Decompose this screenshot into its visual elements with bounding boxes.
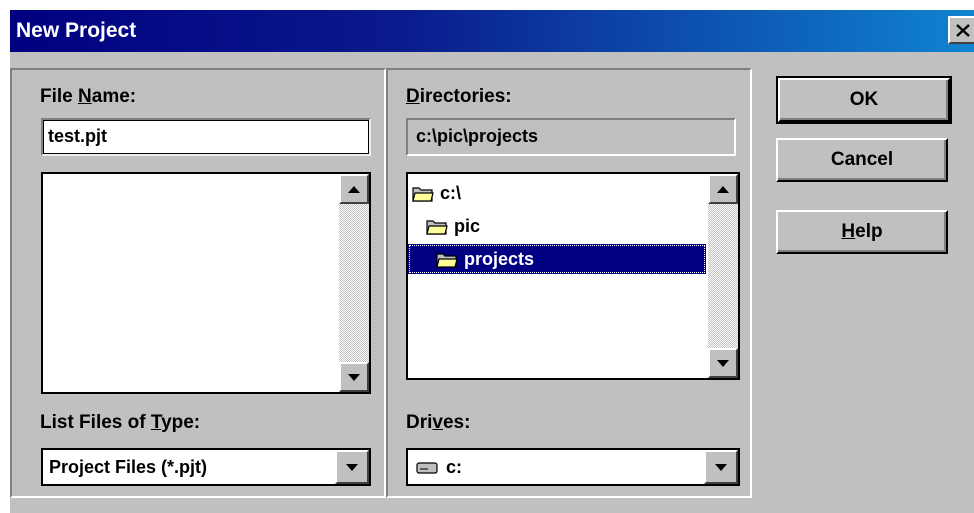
drive-icon	[416, 462, 438, 474]
drives-value: c:	[446, 457, 463, 477]
file-type-value: Project Files (*.pjt)	[49, 457, 208, 477]
arrow-down-icon	[348, 373, 360, 381]
file-type-dropdown-button[interactable]	[335, 450, 369, 484]
new-project-dialog: New Project File Name: test.pjt List Fil…	[8, 8, 974, 513]
arrow-down-icon	[717, 359, 729, 367]
help-button[interactable]: Help	[776, 210, 948, 254]
drives-dropdown-button[interactable]	[704, 450, 738, 484]
drives-select[interactable]: c:	[406, 448, 740, 486]
arrow-up-icon	[717, 185, 729, 193]
chevron-down-icon	[715, 463, 727, 471]
file-type-select[interactable]: Project Files (*.pjt)	[41, 448, 371, 486]
file-name-panel: File Name: test.pjt List Files of Type: …	[10, 68, 386, 498]
directory-list[interactable]: c:\ pic projects	[406, 172, 740, 380]
close-icon	[956, 23, 970, 37]
chevron-down-icon	[346, 463, 358, 471]
file-list-scroll-down[interactable]	[339, 362, 369, 392]
open-folder-icon	[426, 219, 448, 235]
file-name-value: test.pjt	[48, 126, 108, 146]
directory-list-scroll-down[interactable]	[708, 348, 738, 378]
directories-panel: Directories: c:\pic\projects c:\ pic pro…	[386, 68, 752, 498]
arrow-up-icon	[348, 185, 360, 193]
current-path: c:\pic\projects	[406, 118, 736, 156]
directory-item-pic[interactable]: pic	[426, 211, 702, 241]
open-folder-icon	[412, 186, 434, 202]
directories-label: Directories:	[406, 86, 512, 107]
directory-list-scroll-up[interactable]	[708, 174, 738, 204]
window-title: New Project	[16, 19, 137, 42]
ok-button[interactable]: OK	[776, 76, 952, 124]
directory-item-projects[interactable]: projects	[408, 244, 706, 274]
file-type-label: List Files of Type:	[40, 412, 201, 433]
cancel-button[interactable]: Cancel	[776, 138, 948, 182]
file-name-label: File Name:	[40, 86, 137, 107]
open-folder-icon	[436, 252, 458, 268]
file-list-scrollbar[interactable]	[339, 174, 369, 392]
directory-list-scrollbar[interactable]	[708, 174, 738, 378]
file-name-input[interactable]: test.pjt	[41, 118, 371, 156]
title-bar: New Project	[10, 10, 974, 52]
file-list-scroll-up[interactable]	[339, 174, 369, 204]
file-list[interactable]	[41, 172, 371, 394]
close-button[interactable]	[948, 16, 974, 44]
directory-item-c-root[interactable]: c:\	[412, 178, 702, 208]
drives-label: Drives:	[406, 412, 471, 433]
